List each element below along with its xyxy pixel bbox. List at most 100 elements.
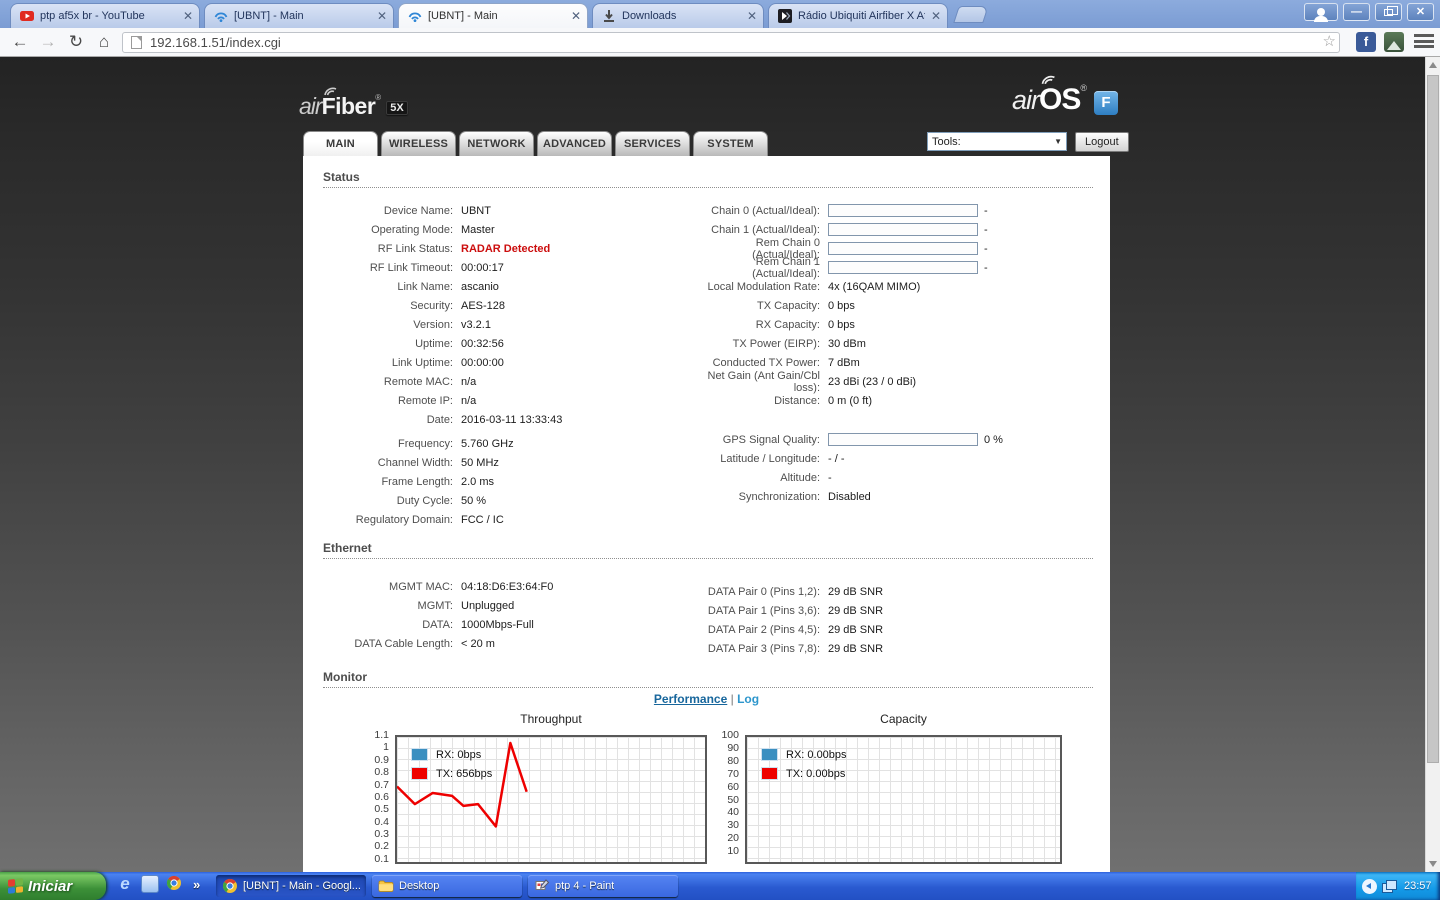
taskbar-button[interactable]: ptp 4 - Paint	[528, 875, 678, 897]
reload-button[interactable]: ↻	[64, 30, 88, 54]
status-value: RADAR Detected	[461, 242, 551, 255]
y-tick-label: 1.1	[374, 729, 389, 741]
taskbar: Iniciar e » [UBNT] - Main - Googl... Desk…	[0, 872, 1440, 900]
forward-button[interactable]: →	[36, 30, 60, 54]
status-right-column-2: GPS Signal Quality: 0 % Latitude / Longitu…	[690, 430, 1003, 506]
tools-dropdown[interactable]: Tools: ▼	[927, 132, 1067, 151]
wifi-arcs-icon	[324, 87, 337, 96]
tab-close-icon[interactable]: ✕	[571, 10, 581, 22]
legend-label: RX: 0bps	[436, 748, 482, 761]
scroll-down-arrow[interactable]	[1429, 861, 1437, 867]
tab-close-icon[interactable]: ✕	[377, 10, 387, 22]
legend-label: TX: 656bps	[436, 767, 493, 780]
tab-main[interactable]: MAIN	[303, 131, 378, 156]
status-label: Regulatory Domain:	[355, 513, 453, 526]
tab-close-icon[interactable]: ✕	[931, 10, 941, 22]
tab-title: [UBNT] - Main	[234, 10, 304, 22]
home-button[interactable]: ⌂	[92, 30, 116, 54]
profile-button[interactable]	[1304, 3, 1338, 22]
status-label: Remote IP:	[397, 394, 453, 407]
plot-area: RX: 0bps TX: 656bps	[395, 735, 707, 864]
network-icon[interactable]	[1382, 880, 1397, 893]
back-button[interactable]: ←	[8, 30, 32, 54]
browser-menu-button[interactable]	[1414, 34, 1434, 50]
ethernet-value: Unplugged	[461, 599, 515, 612]
facebook-extension-icon[interactable]: f	[1356, 32, 1376, 52]
taskbar-button[interactable]: [UBNT] - Main - Googl...	[216, 875, 366, 897]
status-value: 23 dBi (23 / 0 dBi)	[828, 375, 917, 388]
chart-capacity: Capacity 100 90 80 70 60 50 40 30 20 10 RX: 0.00bps…	[691, 712, 1062, 864]
status-label: Remote MAC:	[383, 375, 453, 388]
window-controls: — ✕	[1304, 3, 1434, 22]
close-button[interactable]: ✕	[1407, 3, 1434, 21]
chart-throughput: Throughput 1.1 1 0.9 0.8 0.7 0.6 0.5 0.4 0.3 0.2 0.…	[341, 712, 707, 865]
browser-toolbar: ← → ↻ ⌂ 192.168.1.51/index.cgi ☆ f	[0, 28, 1440, 57]
status-label: Local Modulation Rate:	[707, 280, 820, 293]
new-tab-button[interactable]	[953, 6, 989, 23]
tab-advanced[interactable]: ADVANCED	[537, 131, 612, 156]
chrome-icon	[222, 878, 238, 894]
status-value: 5.760 GHz	[461, 437, 514, 450]
ethernet-label: DATA Pair 0 (Pins 1,2):	[707, 585, 820, 598]
tab-services[interactable]: SERVICES	[615, 131, 690, 156]
folder-icon	[378, 878, 394, 894]
performance-link[interactable]: Performance	[654, 692, 727, 706]
internet-explorer-icon[interactable]: e	[116, 875, 134, 893]
scrollbar-thumb[interactable]	[1427, 75, 1439, 763]
progress-bar	[828, 223, 978, 236]
log-link[interactable]: Log	[737, 692, 759, 706]
status-value: -	[828, 471, 832, 484]
status-row: Link Uptime: 00:00:00	[323, 353, 562, 372]
status-label: Date:	[426, 413, 453, 426]
status-label: Synchronization:	[738, 490, 820, 503]
browser-tab[interactable]: Rádio Ubiquiti Airfiber X Af-5 ✕	[768, 3, 948, 28]
ethernet-right-column: DATA Pair 0 (Pins 1,2): 29 dB SNR DATA Pai…	[690, 582, 883, 658]
tab-network[interactable]: NETWORK	[459, 131, 534, 156]
tab-close-icon[interactable]: ✕	[183, 10, 193, 22]
status-left-column: Device Name: UBNT Operating Mode: Master RF …	[323, 201, 562, 429]
scrollbar[interactable]	[1425, 57, 1440, 872]
tray-collapse-chevron-icon[interactable]	[1362, 878, 1377, 894]
y-axis-ticks: 100 90 80 70 60 50 40 30 20 10	[691, 729, 745, 864]
status-row: Local Modulation Rate: 4x (16QAM MIMO)	[690, 277, 988, 296]
status-label: RF Link Status:	[377, 242, 453, 255]
ethernet-row: DATA Pair 0 (Pins 1,2): 29 dB SNR	[690, 582, 883, 601]
address-bar[interactable]: 192.168.1.51/index.cgi	[122, 32, 1340, 53]
chart-legend: RX: 0.00bps TX: 0.00bps	[761, 748, 847, 786]
start-button[interactable]: Iniciar	[0, 872, 106, 900]
logout-button[interactable]: Logout	[1075, 132, 1129, 152]
photo-extension-icon[interactable]	[1384, 32, 1404, 52]
status-row: RF Link Timeout: 00:00:17	[323, 258, 562, 277]
status-row: Date: 2016-03-11 13:33:43	[323, 410, 563, 429]
progress-bar	[828, 242, 978, 255]
taskbar-button[interactable]: Desktop	[372, 875, 522, 897]
tab-wireless[interactable]: WIRELESS	[381, 131, 456, 156]
progress-bar	[828, 204, 978, 217]
windows-flag-icon	[8, 878, 23, 894]
minimize-button[interactable]: —	[1343, 3, 1370, 21]
browser-tab[interactable]: [UBNT] - Main ✕	[204, 3, 394, 28]
y-tick-label: 0.4	[374, 815, 389, 828]
status-value: - / -	[828, 452, 845, 465]
scroll-up-arrow[interactable]	[1429, 62, 1437, 68]
quick-launch-overflow-chevron[interactable]: »	[193, 877, 200, 892]
status-row: Net Gain (Ant Gain/Cbl loss): 23 dBi (23 …	[690, 370, 988, 394]
app-icon[interactable]	[141, 875, 159, 893]
chrome-icon[interactable]	[166, 875, 184, 893]
browser-tab[interactable]: Downloads ✕	[592, 3, 764, 28]
status-row: TX Power (EIRP): 30 dBm	[690, 334, 988, 353]
status-row: Rem Chain 1 (Actual/Ideal): -	[690, 256, 988, 280]
bookmark-star-icon[interactable]: ☆	[1323, 33, 1336, 51]
status-row: TX Capacity: 0 bps	[690, 296, 988, 315]
ethernet-value: 29 dB SNR	[828, 642, 884, 655]
browser-tab[interactable]: ptp af5x br - YouTube ✕	[10, 3, 200, 28]
y-tick-label: 0.8	[374, 766, 389, 779]
status-value: 0 bps	[828, 299, 855, 312]
browser-tab[interactable]: [UBNT] - Main ✕	[398, 3, 588, 28]
y-tick-label: 50	[727, 793, 739, 806]
tab-system[interactable]: SYSTEM	[693, 131, 768, 156]
legend-swatch	[411, 767, 428, 780]
tab-close-icon[interactable]: ✕	[747, 10, 757, 22]
restore-button[interactable]	[1375, 3, 1402, 21]
y-tick-label: 0.3	[374, 828, 389, 841]
